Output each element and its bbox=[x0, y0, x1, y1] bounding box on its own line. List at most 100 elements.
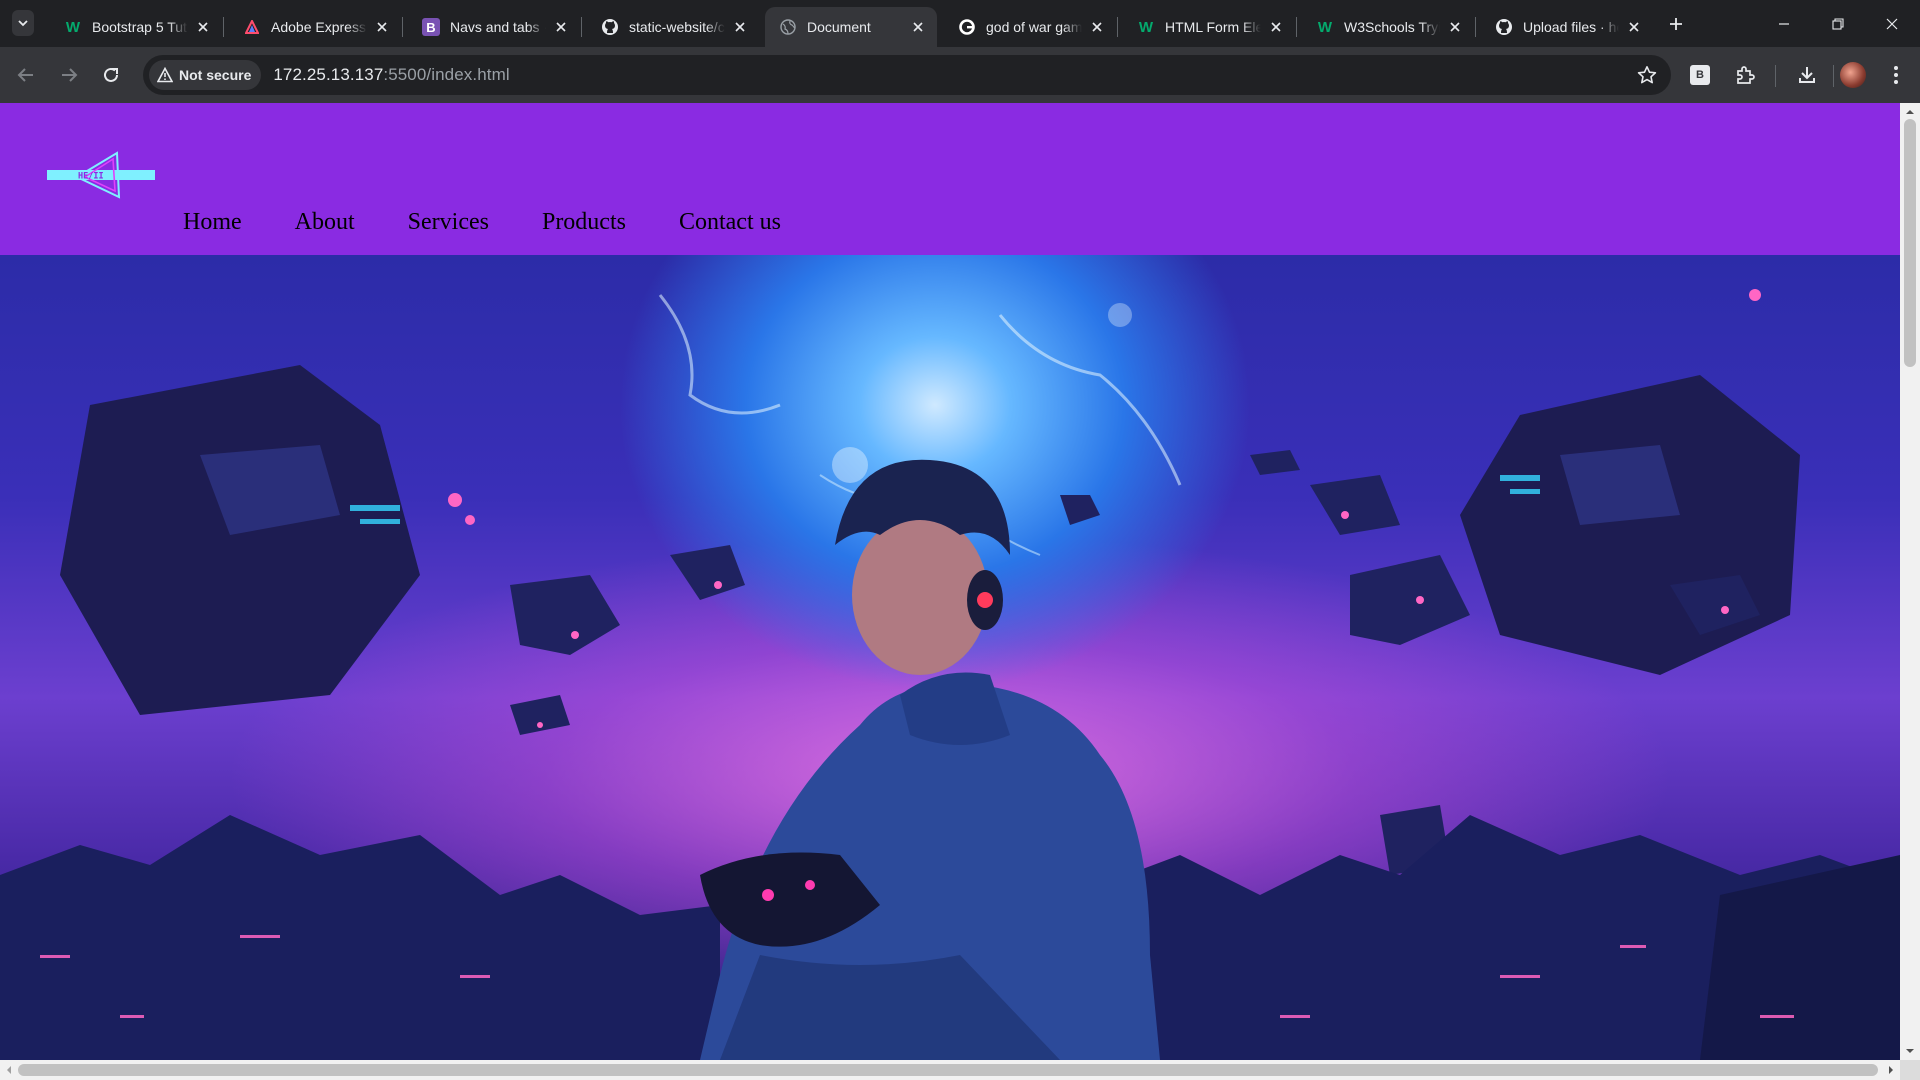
right-spaceship bbox=[1460, 375, 1800, 675]
github-icon bbox=[1495, 18, 1513, 36]
tab-upload-files[interactable]: Upload files · helium bbox=[1481, 7, 1653, 47]
bootstrap-icon: B bbox=[422, 18, 440, 36]
close-icon[interactable] bbox=[1088, 18, 1106, 36]
warning-icon bbox=[157, 67, 173, 83]
downloads-button[interactable] bbox=[1793, 61, 1821, 89]
avatar bbox=[1840, 62, 1866, 88]
tab-title: god of war games bbox=[986, 19, 1082, 35]
puzzle-icon bbox=[1737, 66, 1755, 84]
nav-link-products[interactable]: Products bbox=[542, 209, 626, 236]
extension-b-icon: B bbox=[1690, 65, 1710, 85]
scrollbar-corner bbox=[1900, 1060, 1920, 1080]
scroll-down-icon[interactable] bbox=[1905, 1046, 1915, 1056]
nav-link-contact-us[interactable]: Contact us bbox=[679, 209, 781, 236]
tab-title: static-website/code bbox=[629, 19, 725, 35]
tab-google-search[interactable]: god of war games bbox=[944, 7, 1116, 47]
kebab-menu-icon bbox=[1894, 66, 1898, 84]
adobe-express-icon bbox=[243, 18, 261, 36]
site-logo[interactable]: HE/II bbox=[47, 151, 155, 203]
vertical-scrollbar[interactable] bbox=[1900, 103, 1920, 1060]
arrow-right-icon bbox=[62, 68, 78, 82]
w3schools-icon: W bbox=[1317, 18, 1333, 36]
reload-button[interactable] bbox=[97, 61, 125, 89]
profile-button[interactable] bbox=[1839, 61, 1867, 89]
browser-menu-button[interactable] bbox=[1882, 61, 1910, 89]
close-icon[interactable] bbox=[1625, 18, 1643, 36]
nav-link-services[interactable]: Services bbox=[408, 209, 489, 236]
left-spaceship bbox=[60, 365, 420, 715]
google-icon bbox=[958, 18, 976, 36]
globe-icon bbox=[779, 18, 797, 36]
chevron-down-icon bbox=[18, 20, 28, 27]
toolbar-divider bbox=[1833, 65, 1834, 87]
w3schools-icon: W bbox=[1138, 18, 1154, 36]
arrow-left-icon bbox=[17, 68, 33, 82]
back-button[interactable] bbox=[12, 61, 40, 89]
tab-document-active[interactable]: Document bbox=[765, 7, 937, 47]
close-icon[interactable] bbox=[909, 18, 927, 36]
browser-toolbar: Not secure 172.25.13.137:5500/index.html… bbox=[0, 47, 1920, 103]
security-label: Not secure bbox=[179, 67, 252, 83]
url-text[interactable]: 172.25.13.137:5500/index.html bbox=[273, 65, 509, 85]
nav-link-about[interactable]: About bbox=[295, 209, 355, 236]
tab-separator bbox=[581, 17, 582, 37]
reload-icon bbox=[104, 67, 118, 82]
close-icon bbox=[1886, 18, 1898, 30]
site-header: HE/II Home About Services Products Conta… bbox=[0, 103, 1900, 255]
nav-link-home[interactable]: Home bbox=[183, 209, 242, 236]
tab-title: Bootstrap 5 Tutorial bbox=[92, 19, 188, 35]
web-page: HE/II Home About Services Products Conta… bbox=[0, 103, 1900, 1060]
extension-b-button[interactable]: B bbox=[1686, 61, 1714, 89]
tab-title: Upload files · helium bbox=[1523, 19, 1619, 35]
tab-search-button[interactable] bbox=[12, 10, 34, 36]
tab-html-form-elements[interactable]: W HTML Form Elements bbox=[1123, 7, 1295, 47]
horizontal-scrollbar[interactable] bbox=[0, 1060, 1900, 1080]
tab-title: Navs and tabs · Bootstrap bbox=[450, 19, 546, 35]
tab-static-website[interactable]: static-website/code bbox=[587, 7, 759, 47]
plus-icon bbox=[1670, 18, 1682, 30]
tab-title: W3Schools Tryit Editor bbox=[1344, 19, 1440, 35]
tab-separator bbox=[223, 17, 224, 37]
w3schools-icon: W bbox=[65, 18, 81, 36]
tab-title: HTML Form Elements bbox=[1165, 19, 1261, 35]
tab-w3schools-tryit[interactable]: W W3Schools Tryit Editor bbox=[1302, 7, 1474, 47]
star-icon bbox=[1637, 66, 1657, 84]
restore-button[interactable] bbox=[1826, 12, 1850, 36]
url-host: 172.25.13.137 bbox=[273, 65, 384, 84]
tab-bootstrap-tutorial[interactable]: W Bootstrap 5 Tutorial bbox=[50, 7, 222, 47]
close-icon[interactable] bbox=[552, 18, 570, 36]
logo-text: HE/II bbox=[78, 172, 104, 182]
github-icon bbox=[601, 18, 619, 36]
tab-navs-and-tabs[interactable]: B Navs and tabs · Bootstrap bbox=[408, 7, 580, 47]
new-tab-button[interactable] bbox=[1664, 12, 1688, 36]
bookmark-star-button[interactable] bbox=[1637, 65, 1657, 90]
tab-title: Document bbox=[807, 19, 871, 35]
close-window-button[interactable] bbox=[1880, 12, 1904, 36]
minimize-button[interactable] bbox=[1772, 12, 1796, 36]
extensions-button[interactable] bbox=[1731, 61, 1759, 89]
site-security-chip[interactable]: Not secure bbox=[149, 60, 262, 90]
close-icon[interactable] bbox=[1446, 18, 1464, 36]
tab-title: Adobe Express bbox=[271, 19, 366, 35]
close-icon[interactable] bbox=[194, 18, 212, 36]
forward-button[interactable] bbox=[55, 61, 83, 89]
download-icon bbox=[1799, 67, 1815, 83]
tab-strip: W Bootstrap 5 Tutorial Adobe Express B N… bbox=[0, 0, 1920, 47]
minimize-icon bbox=[1779, 23, 1789, 25]
tab-separator bbox=[1475, 17, 1476, 37]
address-bar[interactable]: Not secure 172.25.13.137:5500/index.html bbox=[143, 55, 1671, 95]
page-viewport: HE/II Home About Services Products Conta… bbox=[0, 103, 1920, 1080]
tab-adobe-express[interactable]: Adobe Express bbox=[229, 7, 401, 47]
horizontal-scroll-thumb[interactable] bbox=[18, 1064, 1878, 1076]
scroll-up-icon[interactable] bbox=[1905, 107, 1915, 117]
scroll-left-icon[interactable] bbox=[4, 1065, 14, 1075]
close-icon[interactable] bbox=[1267, 18, 1285, 36]
toolbar-divider bbox=[1775, 65, 1776, 87]
close-icon[interactable] bbox=[373, 18, 391, 36]
vertical-scroll-thumb[interactable] bbox=[1904, 119, 1916, 367]
gamer-figure bbox=[700, 459, 1160, 1060]
restore-icon bbox=[1832, 18, 1844, 30]
site-nav: Home About Services Products Contact us bbox=[183, 209, 781, 236]
close-icon[interactable] bbox=[731, 18, 749, 36]
scroll-right-icon[interactable] bbox=[1886, 1065, 1896, 1075]
